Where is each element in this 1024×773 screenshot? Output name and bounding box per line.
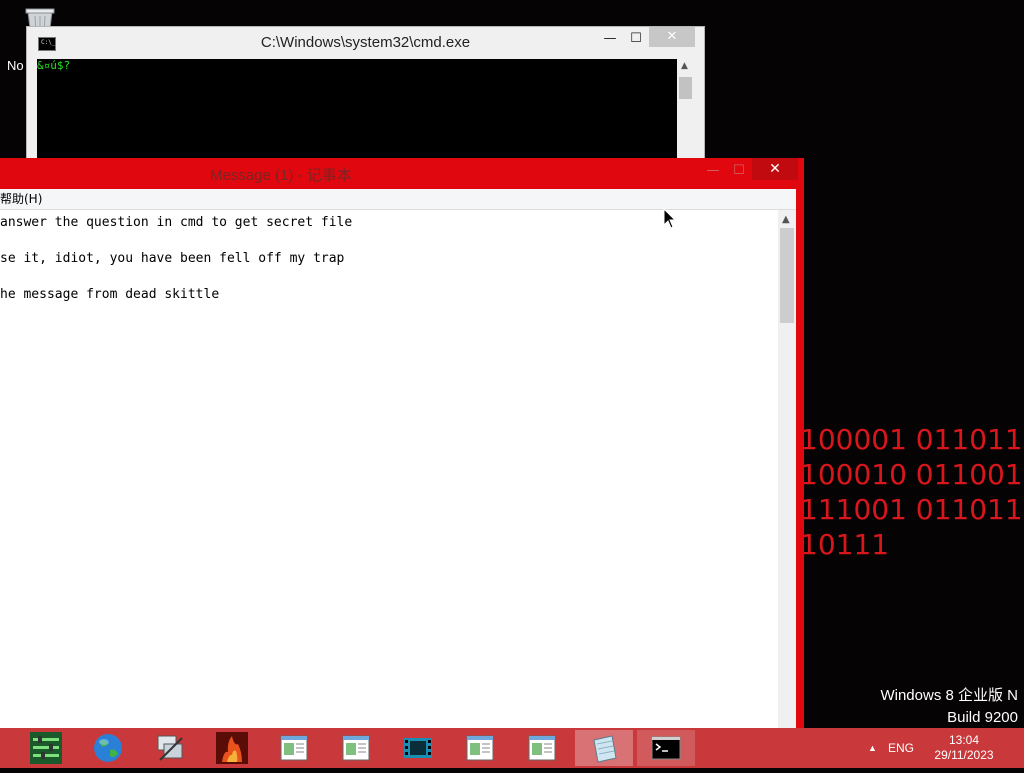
text-line: se it, idiot, you have been fell off my …: [0, 251, 345, 266]
binary-line: 10111: [800, 528, 890, 561]
notepad-icon: [342, 735, 370, 761]
text-line: he message from dead skittle: [0, 287, 220, 302]
equalizer-icon: [30, 732, 62, 764]
binary-line: 100001 011011: [800, 423, 1023, 456]
notepad-maximize-button[interactable]: ☐: [726, 161, 752, 181]
recycle-bin-label: No: [7, 58, 24, 73]
notepad-text-area[interactable]: answer the question in cmd to get secret…: [0, 210, 778, 733]
cmd-maximize-button[interactable]: ☐: [623, 29, 649, 49]
text-line: answer the question in cmd to get secret…: [0, 215, 353, 230]
fire-game-icon: [216, 732, 248, 764]
notepad-window[interactable]: Message (1) - 记事本 — ☐ ✕ 帮助(H) answer the…: [0, 158, 804, 733]
notepad-icon: [528, 735, 556, 761]
windows-version-watermark: Windows 8 企业版 N Build 9200: [880, 685, 1018, 729]
clock[interactable]: 13:04 29/11/2023: [928, 728, 1000, 773]
scroll-up-icon[interactable]: ▲: [782, 214, 790, 225]
binary-line: 100010 011001: [800, 458, 1023, 491]
cmd-scrollbar[interactable]: ▲: [677, 59, 694, 172]
notepad-icon: [466, 735, 494, 761]
cmd-window[interactable]: C:\_ C:\Windows\system32\cmd.exe — ☐ ✕ &…: [26, 26, 705, 173]
cmd-close-button[interactable]: ✕: [649, 27, 695, 47]
cmd-console[interactable]: &¤ú$?: [37, 59, 677, 172]
taskbar-app-notepad-1[interactable]: [265, 730, 323, 766]
cmd-icon: [651, 736, 681, 760]
network-icon: [157, 735, 183, 761]
globe-icon: [94, 734, 122, 762]
taskbar: ▲ ENG 13:04 29/11/2023: [0, 728, 1024, 768]
cmd-scroll-thumb[interactable]: [679, 77, 692, 99]
clock-time: 13:04: [948, 733, 980, 747]
os-name: Windows 8 企业版 N: [880, 687, 1018, 704]
notepad-icon: [593, 735, 617, 763]
taskbar-app-notepad-active[interactable]: [575, 730, 633, 766]
notepad-scrollbar[interactable]: ▲: [778, 210, 796, 733]
notepad-minimize-button[interactable]: —: [700, 161, 726, 181]
mouse-cursor-icon: [663, 208, 677, 229]
clock-date: 29/11/2023: [934, 748, 994, 762]
cmd-minimize-button[interactable]: —: [597, 29, 623, 49]
wallpaper-binary-text: 100001 011011 100010 011001 111001 011011 1…: [800, 422, 1023, 562]
notepad-title: Message (1) - 记事本: [210, 167, 352, 184]
os-build: Build 9200: [947, 709, 1018, 726]
notepad-menu-bar: 帮助(H): [0, 189, 796, 210]
taskbar-app-equalizer[interactable]: [17, 730, 75, 766]
taskbar-app-game[interactable]: [203, 730, 261, 766]
cmd-title-bar[interactable]: C:\_ C:\Windows\system32\cmd.exe — ☐ ✕: [27, 27, 704, 59]
notepad-scroll-thumb[interactable]: [780, 228, 794, 323]
language-indicator[interactable]: ENG: [888, 728, 914, 768]
taskbar-app-network[interactable]: [141, 730, 199, 766]
scroll-up-icon[interactable]: ▲: [681, 61, 688, 71]
film-icon: [404, 738, 432, 758]
notepad-close-button[interactable]: ✕: [752, 158, 798, 180]
taskbar-app-notepad-4[interactable]: [513, 730, 571, 766]
taskbar-app-cmd[interactable]: [637, 730, 695, 766]
taskbar-app-notepad-2[interactable]: [327, 730, 385, 766]
notepad-icon: [280, 735, 308, 761]
taskbar-app-notepad-3[interactable]: [451, 730, 509, 766]
taskbar-app-globe[interactable]: [79, 730, 137, 766]
binary-line: 111001 011011: [800, 493, 1023, 526]
taskbar-app-media[interactable]: [389, 730, 447, 766]
cmd-prompt-text: &¤ú$?: [37, 59, 71, 72]
menu-help[interactable]: 帮助(H): [0, 192, 42, 206]
tray-overflow-button[interactable]: ▲: [868, 728, 877, 768]
